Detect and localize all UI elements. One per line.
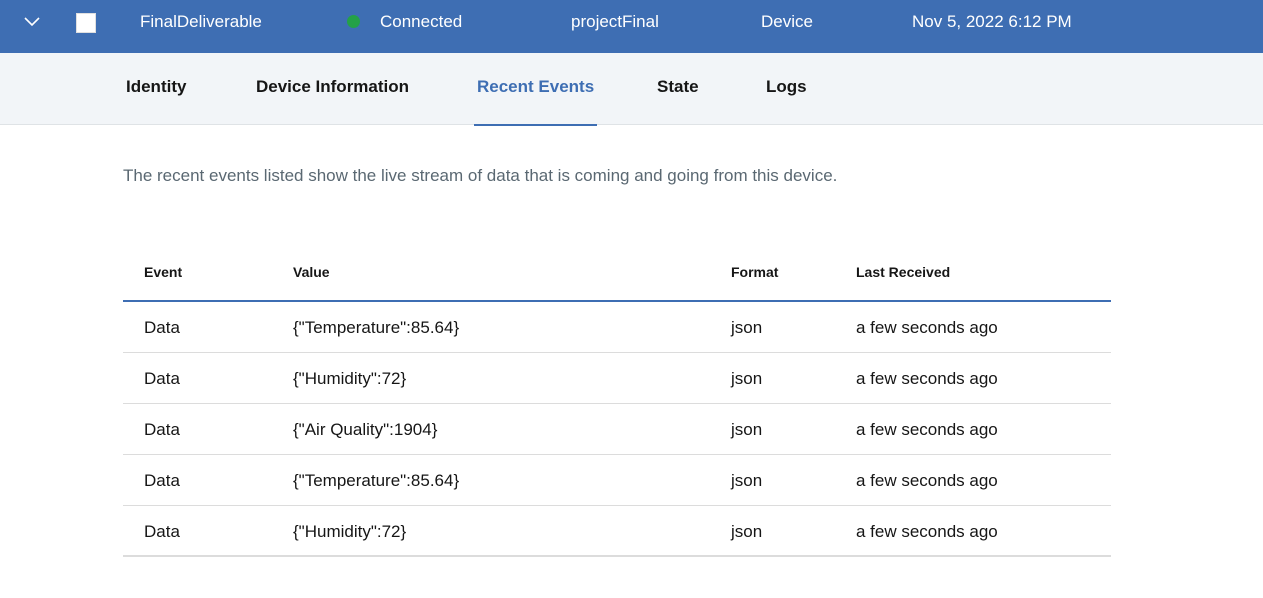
column-header-format[interactable]: Format [731, 264, 778, 280]
column-header-event[interactable]: Event [144, 264, 182, 280]
tab-device-information[interactable]: Device Information [256, 53, 409, 125]
cell-event: Data [144, 471, 180, 490]
tab-state[interactable]: State [657, 53, 699, 125]
table-row[interactable]: Data {"Humidity":72} json a few seconds … [123, 353, 1111, 404]
table-row[interactable]: Data {"Temperature":85.64} json a few se… [123, 455, 1111, 506]
cell-last-received: a few seconds ago [856, 318, 998, 337]
events-description: The recent events listed show the live s… [123, 166, 838, 185]
cell-format: json [731, 522, 763, 541]
table-row[interactable]: Data {"Humidity":72} json a few seconds … [123, 506, 1111, 557]
cell-format: json [731, 420, 763, 439]
cell-last-received: a few seconds ago [856, 471, 998, 490]
row-checkbox[interactable] [76, 13, 96, 33]
cell-event: Data [144, 420, 180, 439]
device-project: projectFinal [571, 12, 659, 31]
cell-event: Data [144, 369, 180, 388]
tab-recent-events[interactable]: Recent Events [473, 53, 598, 126]
cell-value: {"Humidity":72} [293, 522, 407, 541]
tab-logs[interactable]: Logs [766, 53, 807, 125]
device-timestamp: Nov 5, 2022 6:12 PM [912, 12, 1072, 31]
cell-value: {"Temperature":85.64} [293, 318, 460, 337]
collapse-button[interactable] [20, 0, 44, 44]
table-header: Event Value Format Last Received [123, 246, 1111, 302]
cell-format: json [731, 318, 763, 337]
cell-event: Data [144, 522, 180, 541]
chevron-down-icon [24, 17, 40, 27]
cell-last-received: a few seconds ago [856, 420, 998, 439]
events-table: Event Value Format Last Received Data {"… [123, 246, 1111, 557]
device-name: FinalDeliverable [140, 12, 262, 31]
cell-event: Data [144, 318, 180, 337]
tab-bar: Identity Device Information Recent Event… [0, 53, 1263, 126]
column-header-value[interactable]: Value [293, 264, 330, 280]
table-row[interactable]: Data {"Temperature":85.64} json a few se… [123, 302, 1111, 353]
cell-last-received: a few seconds ago [856, 369, 998, 388]
column-header-last-received[interactable]: Last Received [856, 264, 950, 280]
connection-status: Connected [380, 12, 463, 31]
cell-last-received: a few seconds ago [856, 522, 998, 541]
cell-value: {"Humidity":72} [293, 369, 407, 388]
cell-format: json [731, 471, 763, 490]
tab-identity[interactable]: Identity [126, 53, 186, 125]
table-row[interactable]: Data {"Air Quality":1904} json a few sec… [123, 404, 1111, 455]
cell-format: json [731, 369, 763, 388]
device-type: Device [761, 12, 813, 31]
cell-value: {"Air Quality":1904} [293, 420, 438, 439]
status-indicator-icon [347, 15, 360, 28]
cell-value: {"Temperature":85.64} [293, 471, 460, 490]
device-row[interactable]: FinalDeliverable Connected projectFinal … [0, 0, 1263, 53]
